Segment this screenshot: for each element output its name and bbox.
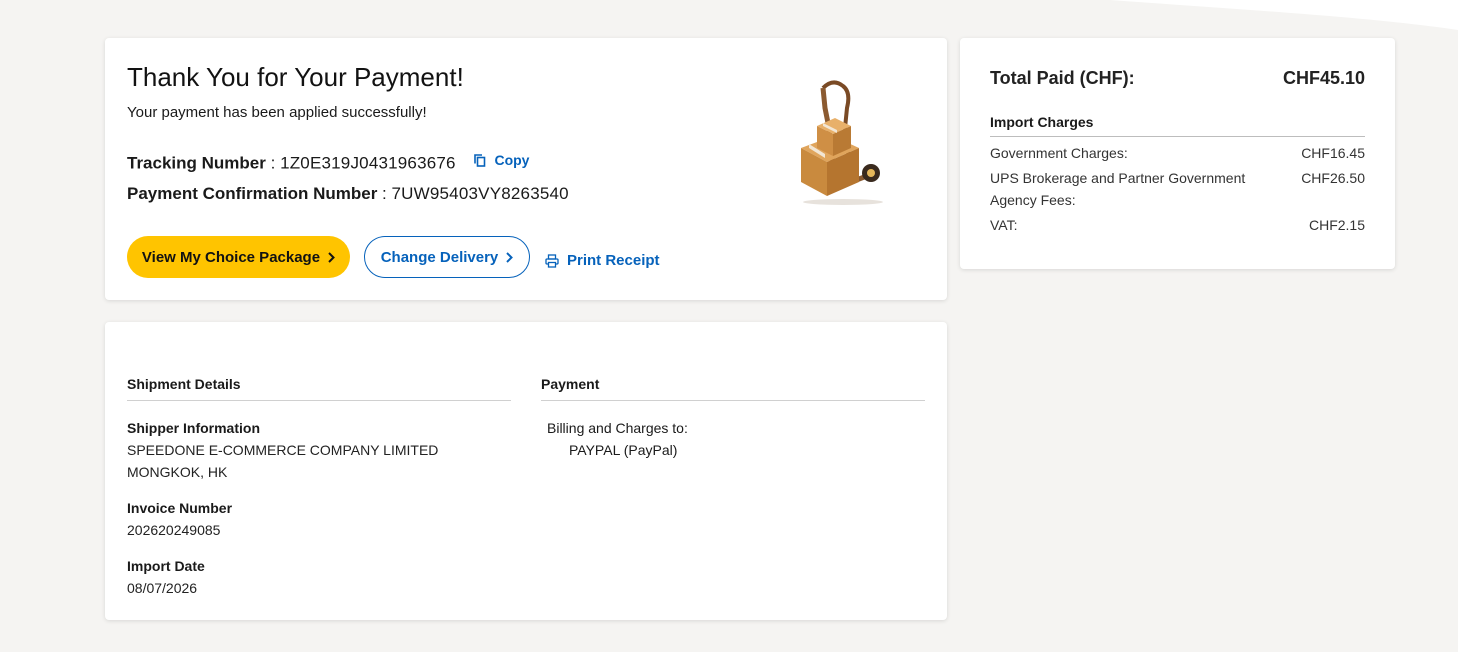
charge-label: VAT: bbox=[990, 217, 1018, 233]
billing-value: PAYPAL (PayPal) bbox=[569, 442, 678, 458]
tracking-number-label: Tracking Number bbox=[127, 153, 266, 173]
payment-confirmation-card: Thank You for Your Payment! Your payment… bbox=[105, 38, 947, 300]
shipper-location: MONGKOK, HK bbox=[127, 464, 228, 480]
billing-label: Billing and Charges to: bbox=[547, 420, 688, 436]
page-title: Thank You for Your Payment! bbox=[127, 62, 464, 92]
tracking-number-row: Tracking Number : 1Z0E319J0431963676 Cop… bbox=[127, 152, 529, 174]
tracking-number-value: 1Z0E319J0431963676 bbox=[280, 153, 456, 173]
copy-icon bbox=[474, 153, 486, 167]
label-separator: : bbox=[270, 153, 281, 173]
import-date-label: Import Date bbox=[127, 558, 205, 574]
shipment-details-column: Shipment Details Shipper Information SPE… bbox=[127, 376, 511, 613]
print-receipt-label: Print Receipt bbox=[567, 252, 660, 269]
shipment-details-card: Shipment Details Shipper Information SPE… bbox=[105, 322, 947, 620]
charge-row-government: Government Charges: CHF16.45 bbox=[990, 142, 1365, 164]
label-separator: : bbox=[382, 184, 392, 203]
charge-value: CHF16.45 bbox=[1301, 145, 1365, 161]
confirmation-number-label: Payment Confirmation Number bbox=[127, 184, 378, 203]
import-date-value: 08/07/2026 bbox=[127, 580, 198, 596]
change-button-label: Change Delivery bbox=[380, 248, 499, 266]
copy-button[interactable]: Copy bbox=[474, 152, 529, 168]
total-paid-label: Total Paid (CHF): bbox=[990, 68, 1135, 88]
charge-row-vat: VAT: CHF2.15 bbox=[990, 214, 1365, 236]
import-charges-list: Government Charges: CHF16.45 UPS Brokera… bbox=[990, 142, 1365, 239]
payment-heading: Payment bbox=[541, 376, 925, 401]
view-button-label: View My Choice Package bbox=[141, 248, 321, 266]
hand-truck-boxes-illustration bbox=[801, 80, 883, 205]
confirmation-number-row: Payment Confirmation Number : 7UW95403VY… bbox=[127, 184, 569, 204]
chevron-right-icon bbox=[506, 251, 514, 263]
success-message: Your payment has been applied successful… bbox=[127, 104, 427, 121]
charge-row-brokerage: UPS Brokerage and Partner Government Age… bbox=[990, 167, 1365, 211]
charge-label: UPS Brokerage and Partner Government Age… bbox=[990, 170, 1246, 208]
total-paid-row: Total Paid (CHF): CHF45.10 bbox=[990, 68, 1365, 89]
invoice-number-value: 202620249085 bbox=[127, 522, 221, 538]
charge-label: Government Charges: bbox=[990, 145, 1128, 161]
shipment-details-heading: Shipment Details bbox=[127, 376, 511, 401]
payment-column: Payment Billing and Charges to: PAYPAL (… bbox=[541, 376, 925, 461]
chevron-right-icon bbox=[328, 251, 335, 263]
import-date-group: Import Date 08/07/2026 bbox=[127, 555, 511, 599]
shipper-name: SPEEDONE E-COMMERCE COMPANY LIMITED bbox=[127, 442, 439, 458]
charge-value: CHF26.50 bbox=[1301, 170, 1365, 186]
invoice-group: Invoice Number 202620249085 bbox=[127, 497, 511, 541]
printer-icon bbox=[545, 253, 559, 268]
total-paid-value: CHF45.10 bbox=[1282, 68, 1365, 88]
import-charges-heading: Import Charges bbox=[990, 114, 1365, 137]
confirmation-number-value: 7UW95403VY8263540 bbox=[391, 184, 569, 203]
payment-summary-card: Total Paid (CHF): CHF45.10 Import Charge… bbox=[960, 38, 1395, 269]
change-delivery-button[interactable]: Change Delivery bbox=[364, 236, 530, 278]
copy-label: Copy bbox=[494, 152, 530, 168]
charge-value: CHF2.15 bbox=[1308, 217, 1365, 233]
invoice-number-label: Invoice Number bbox=[127, 500, 233, 516]
print-receipt-link[interactable]: Print Receipt bbox=[545, 252, 660, 269]
shipper-info-label: Shipper Information bbox=[127, 420, 260, 436]
view-my-choice-package-button[interactable]: View My Choice Package bbox=[127, 236, 350, 278]
shipper-info-group: Shipper Information SPEEDONE E-COMMERCE … bbox=[127, 417, 511, 483]
